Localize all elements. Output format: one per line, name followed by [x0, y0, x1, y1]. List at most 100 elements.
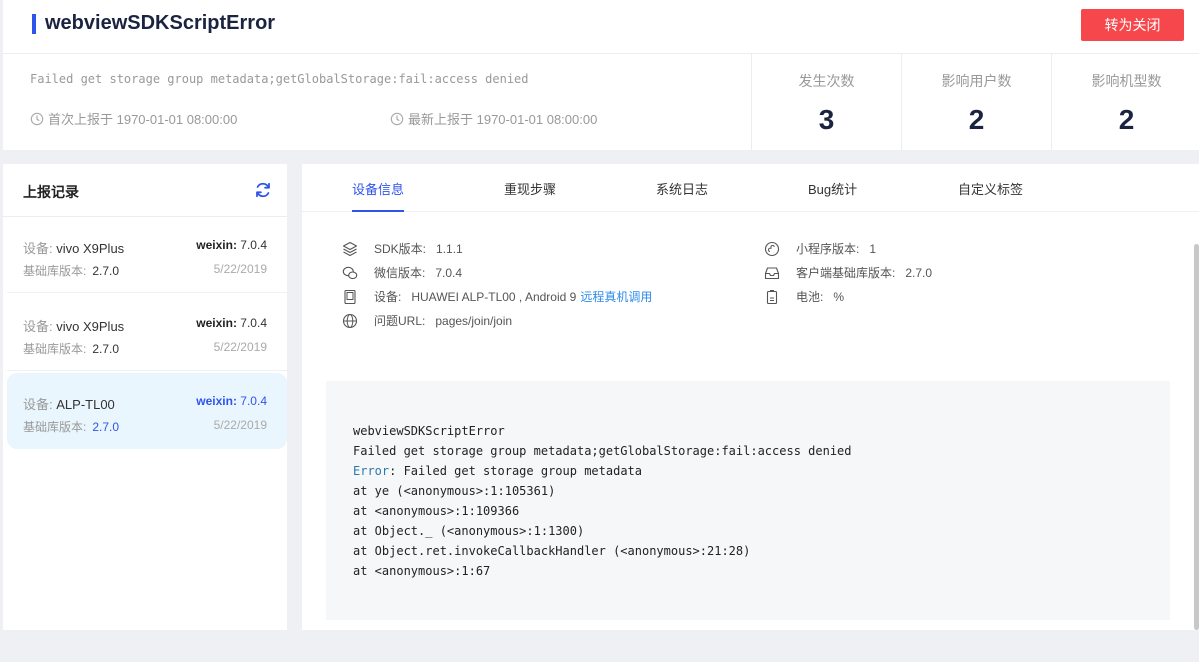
miniprogram-version-row: 小程序版本: 1: [764, 240, 876, 257]
client-base-version-row: 客户端基础库版本: 2.7.0: [764, 264, 932, 281]
device-value: vivo X9Plus: [56, 319, 125, 334]
stack-trace-box: webviewSDKScriptError Failed get storage …: [326, 381, 1170, 620]
stack-line: webviewSDKScriptError: [353, 424, 505, 438]
device-row: 设备: HUAWEI ALP-TL00 , Android 9 远程真机调用: [342, 288, 652, 305]
base-prefix: 基础库版本:: [23, 264, 87, 278]
tab-system-log[interactable]: 系统日志: [656, 179, 708, 198]
inbox-icon: [764, 266, 780, 279]
base-prefix: 基础库版本:: [23, 342, 87, 356]
device-label: 设备:: [374, 290, 402, 304]
record-app-version: weixin: 7.0.4: [196, 394, 267, 408]
stack-line: at Object._ (<anonymous>:1:1300): [353, 524, 585, 538]
battery-value: %: [833, 289, 845, 304]
sdk-label: SDK版本:: [374, 242, 427, 256]
error-message: Failed get storage group metadata;getGlo…: [30, 72, 529, 86]
record-app-version: weixin: 7.0.4: [196, 316, 267, 330]
app-version: 7.0.4: [240, 394, 267, 408]
miniprogram-value: 1: [869, 241, 877, 256]
record-device: 设备: ALP-TL00: [23, 394, 115, 413]
refresh-icon[interactable]: [254, 181, 272, 199]
stack-line: at <anonymous>:1:67: [353, 564, 491, 578]
client-base-value: 2.7.0: [905, 265, 933, 280]
device-value: ALP-TL00: [56, 397, 115, 412]
stat-value: 3: [818, 104, 835, 135]
record-date: 5/22/2019: [213, 262, 267, 276]
record-device: 设备: vivo X9Plus: [23, 316, 124, 335]
last-report-time: 最新上报于 1970-01-01 08:00:00: [390, 109, 597, 128]
stat-affected-models: 影响机型数 2: [1051, 54, 1199, 150]
stat-affected-users: 影响用户数 2: [901, 54, 1051, 150]
error-text: : Failed get storage group metadata: [389, 464, 642, 478]
tab-repro-steps[interactable]: 重现步骤: [504, 179, 556, 198]
device-prefix: 设备:: [23, 241, 53, 256]
sdk-version-row: SDK版本: 1.1.1: [342, 240, 463, 257]
records-title: 上报记录: [23, 184, 79, 200]
stack-line: at <anonymous>:1:109366: [353, 504, 520, 518]
stack-trace: webviewSDKScriptError Failed get storage …: [353, 421, 852, 581]
active-tab-indicator: [352, 210, 404, 212]
record-date: 5/22/2019: [213, 340, 267, 354]
clock-icon: [30, 112, 44, 125]
url-value: pages/join/join: [435, 313, 513, 328]
app-version: 7.0.4: [240, 238, 267, 252]
issue-header: webviewSDKScriptError 转为关闭 Failed get st…: [3, 0, 1199, 150]
report-records-panel: 上报记录 设备: vivo X9Plus weixin: 7.0.4 基础库版本…: [3, 164, 287, 630]
url-row: 问题URL: pages/join/join: [342, 312, 512, 329]
miniprogram-label: 小程序版本:: [796, 242, 860, 256]
sdk-value: 1.1.1: [436, 241, 463, 256]
device-value: HUAWEI ALP-TL00 , Android 9: [411, 289, 577, 304]
globe-icon: [342, 313, 358, 328]
layers-icon: [342, 241, 358, 256]
record-base-version: 基础库版本: 2.7.0: [23, 340, 119, 357]
client-base-label: 客户端基础库版本:: [796, 266, 896, 280]
scrollbar[interactable]: [1194, 244, 1199, 630]
base-prefix: 基础库版本:: [23, 420, 87, 434]
clock-icon: [390, 112, 404, 125]
tab-bar: 设备信息 重现步骤 系统日志 Bug统计 自定义标签: [302, 164, 1199, 212]
error-keyword: Error: [353, 464, 390, 478]
device-prefix: 设备:: [23, 397, 53, 412]
device-prefix: 设备:: [23, 319, 53, 334]
tab-bug-stats[interactable]: Bug统计: [808, 179, 857, 198]
stat-label: 影响用户数: [941, 73, 1012, 89]
wechat-label: 微信版本:: [374, 266, 426, 280]
page-title: webviewSDKScriptError: [45, 12, 276, 34]
battery-row: 电池: %: [764, 288, 844, 305]
phone-icon: [344, 289, 356, 304]
record-base-version: 基础库版本: 2.7.0: [23, 418, 119, 435]
record-item-selected[interactable]: 设备: ALP-TL00 weixin: 7.0.4 基础库版本: 2.7.0 5…: [7, 373, 287, 449]
record-app-version: weixin: 7.0.4: [196, 238, 267, 252]
device-value: vivo X9Plus: [56, 241, 125, 256]
first-report-label: 首次上报于 1970-01-01 08:00:00: [48, 112, 238, 127]
app-name: weixin:: [196, 238, 237, 252]
battery-label: 电池:: [796, 290, 824, 304]
title-accent-bar: [32, 14, 36, 34]
remote-debug-link[interactable]: 远程真机调用: [580, 288, 652, 305]
detail-panel: 设备信息 重现步骤 系统日志 Bug统计 自定义标签 SDK版本: 1.1.1 …: [302, 164, 1199, 630]
tab-custom-tags[interactable]: 自定义标签: [958, 179, 1023, 198]
record-item[interactable]: 设备: vivo X9Plus weixin: 7.0.4 基础库版本: 2.7.…: [7, 295, 287, 371]
base-value: 2.7.0: [92, 264, 120, 278]
convert-close-button[interactable]: 转为关闭: [1081, 9, 1184, 41]
app-name: weixin:: [196, 394, 237, 408]
stat-value: 2: [1118, 104, 1135, 135]
last-report-label: 最新上报于 1970-01-01 08:00:00: [408, 112, 598, 127]
stack-line: at ye (<anonymous>:1:105361): [353, 484, 556, 498]
record-item[interactable]: 设备: vivo X9Plus weixin: 7.0.4 基础库版本: 2.7.…: [7, 217, 287, 293]
wechat-value: 7.0.4: [435, 265, 463, 280]
miniprogram-icon: [764, 241, 780, 256]
base-value: 2.7.0: [92, 420, 120, 434]
stat-value: 2: [968, 104, 985, 135]
stat-occurrences: 发生次数 3: [751, 54, 901, 150]
app-version: 7.0.4: [240, 316, 267, 330]
stat-label: 影响机型数: [1091, 73, 1162, 89]
stat-label: 发生次数: [798, 73, 855, 89]
first-report-time: 首次上报于 1970-01-01 08:00:00: [30, 109, 237, 128]
record-date: 5/22/2019: [213, 418, 267, 432]
stack-line: Error: Failed get storage group metadata: [353, 461, 852, 481]
wechat-version-row: 微信版本: 7.0.4: [342, 264, 462, 281]
wechat-icon: [342, 266, 358, 279]
stack-line: at Object.ret.invokeCallbackHandler (<an…: [353, 544, 751, 558]
tab-device-info[interactable]: 设备信息: [352, 179, 404, 198]
app-name: weixin:: [196, 316, 237, 330]
